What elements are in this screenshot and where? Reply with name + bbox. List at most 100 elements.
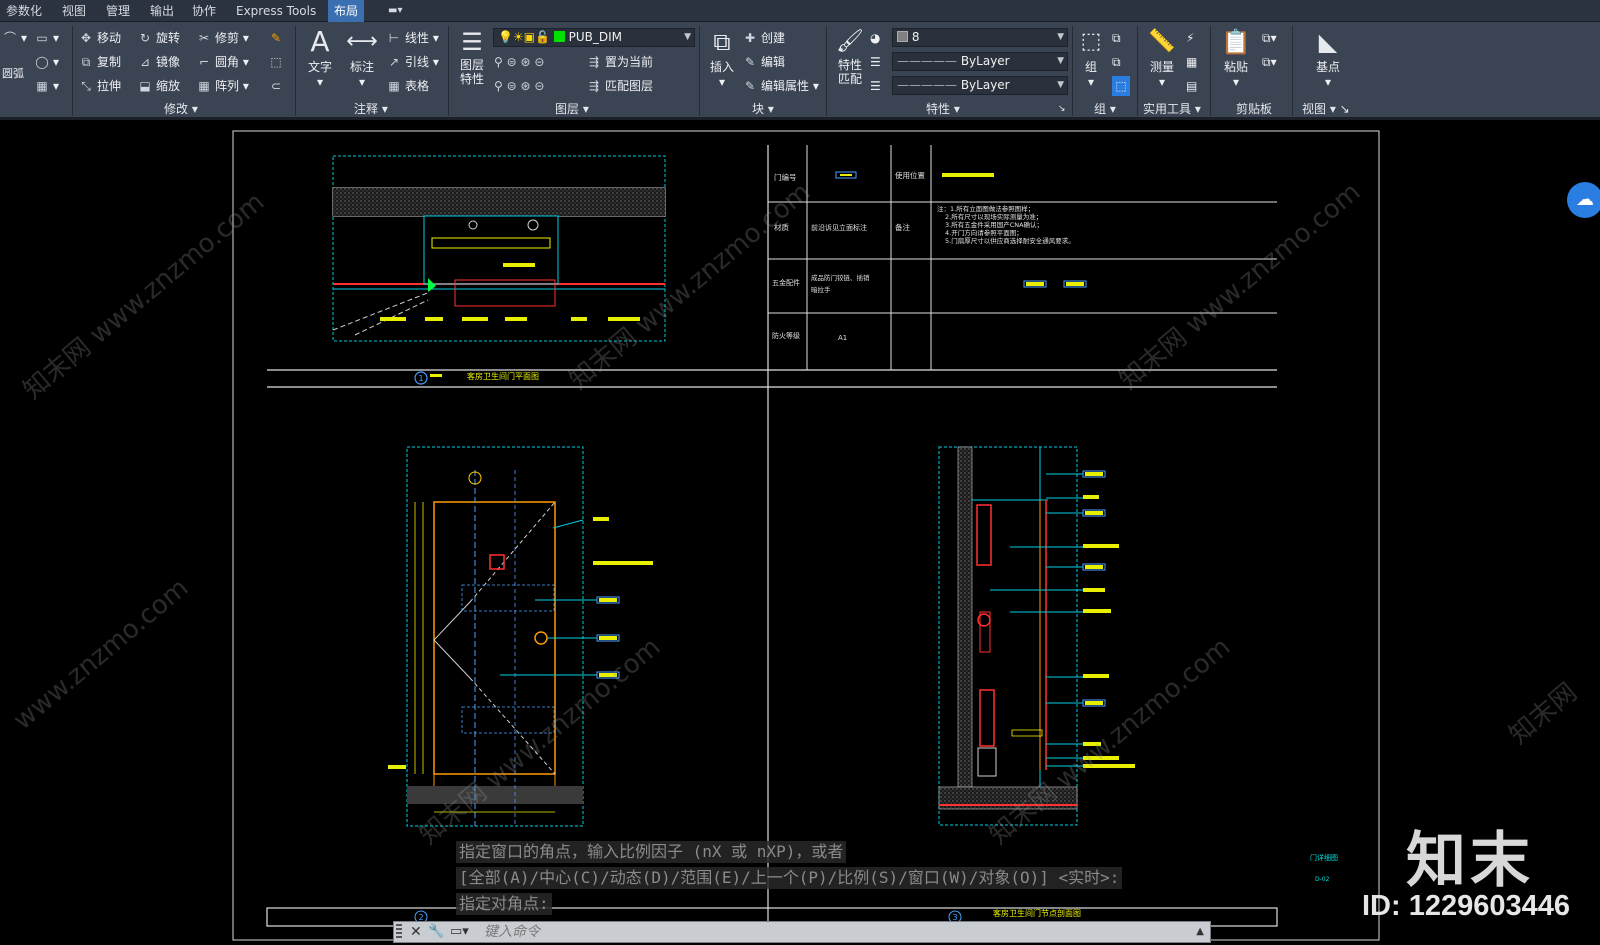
table-note-3: 4.开门方向请参照平面图； [945,228,1023,237]
text-button[interactable]: A 文字 ▾ [302,26,338,90]
edit-block-icon: ✎ [744,55,756,69]
recent-commands-icon[interactable]: ▭▾ [450,922,469,942]
leader-icon: ↗ [388,55,400,69]
group-button[interactable]: ⬚ 组 ▾ [1076,26,1106,89]
create-block-button[interactable]: ✚ 创建 [742,28,785,48]
trim-button[interactable]: ✂ 修剪 ▾ [196,28,249,48]
explode-icon[interactable]: ⬚ [268,52,287,72]
move-button[interactable]: ✥ 移动 [78,28,121,48]
calculator-icon[interactable]: ▤ [1186,76,1197,96]
table-hardware-value-0: 成品防门铰链、插销 [811,273,870,282]
table-note-4: 5.门扇厚尺寸以供应商选择耐安全通风要求。 [945,236,1075,245]
arc-icon[interactable]: ⌒ ▾ [2,28,27,48]
erase-icon[interactable]: ✎ [268,28,287,48]
measure-button[interactable]: 📏 测量 ▾ [1144,26,1180,89]
ungroup-icon[interactable]: ⧉ [1112,28,1121,48]
array-icon: ▦ [198,79,210,93]
array-button[interactable]: ▦ 阵列 ▾ [196,76,249,96]
modify-panel-title[interactable]: 修改 ▾ [164,100,198,118]
brand-logo: 知末 [1406,826,1534,896]
color-wheel-icon[interactable]: ◕ [870,28,880,48]
cloud-sync-icon[interactable]: ☁ [1567,182,1600,218]
section-title: 客房卫生间门节点剖面图 [993,908,1081,918]
ellipse-icon[interactable]: ◯ ▾ [34,52,59,72]
table-note-2: 3.所有五金件采用国产CNA确认； [945,220,1043,229]
grip-handle-icon[interactable] [396,924,402,940]
ribbon-toggle-icon[interactable]: ▬▾ [388,0,402,22]
tab-view[interactable]: 视图 [62,0,86,22]
group-icon: ⬚ [1080,29,1102,54]
utilities-panel-title[interactable]: 实用工具 ▾ [1143,100,1201,118]
frame-sub: D-02 [1315,876,1330,883]
rectangle-icon[interactable]: ▭ ▾ [34,28,59,48]
properties-panel-title[interactable]: 特性 ▾ [926,100,960,118]
command-line[interactable]: ✕ 🔧 ▭▾ 键入命令 ▲ [393,921,1211,943]
close-icon[interactable]: ✕ [410,922,422,942]
groups-panel-title[interactable]: 组 ▾ [1094,100,1116,118]
table-button[interactable]: ▦ 表格 [386,76,429,96]
linear-button[interactable]: ⊢ 线性 ▾ [386,28,439,48]
scale-icon: ⬓ [139,79,151,93]
copy-icon: ⧉ [81,55,91,69]
layers-panel-title[interactable]: 图层 ▾ [555,100,589,118]
mirror-button[interactable]: ⊿ 镜像 [137,52,180,72]
cut-icon[interactable]: ⧉▾ [1262,28,1277,48]
command-input[interactable]: 键入命令 [484,922,540,942]
base-view-button[interactable]: ◣ 基点 ▾ [1308,26,1348,89]
match-layer-icon: ⇶ [588,79,600,93]
tab-manage[interactable]: 管理 [106,0,130,22]
drawing-canvas[interactable]: 1 客房卫生间门平面图 门编号 使用位置 材质 前沿诉见立面标注 备注 注：1.… [0,123,1600,945]
set-current-button[interactable]: ⇶ 置为当前 [586,52,653,72]
annotation-panel-title[interactable]: 注释 ▾ [354,100,388,118]
block-panel-title[interactable]: 块 ▾ [752,100,774,118]
copy-button[interactable]: ⧉ 复制 [78,52,121,72]
tab-layout[interactable]: 布局 [328,0,365,22]
properties-launcher-icon[interactable]: ↘ [1058,100,1066,118]
copy-clip-icon[interactable]: ⧉▾ [1262,52,1277,72]
stretch-button[interactable]: ⤡ 拉伸 [78,76,121,96]
trim-icon: ✂ [198,31,210,45]
dimension-button[interactable]: ⟷ 标注 ▾ [342,26,382,89]
view-panel-title[interactable]: 视图 ▾ ↘ [1302,100,1350,118]
linetype-icon[interactable]: ☰ [870,52,881,72]
edit-attribute-button[interactable]: ✎ 编辑属性 ▾ [742,76,819,96]
insert-button[interactable]: ⧉ 插入 ▾ [704,26,740,89]
sheet-border [232,130,1380,941]
match-layer-button[interactable]: ⇶ 匹配图层 [586,76,653,96]
layer-tools-row1[interactable]: ⚲ ⊜ ⊛ ⊝ [494,52,544,72]
lineweight-icon[interactable]: ☰ [870,76,881,96]
cad-drawing[interactable]: 1 客房卫生间门平面图 门编号 使用位置 材质 前沿诉见立面标注 备注 注：1.… [0,123,1600,945]
layer-tools-row2[interactable]: ⚲ ⊜ ⊛ ⊝ [494,76,544,96]
mirror-icon: ⊿ [139,55,151,69]
leader-button[interactable]: ↗ 引线 ▾ [386,52,439,72]
quick-select-icon[interactable]: ⚡ [1186,28,1194,48]
tab-output[interactable]: 输出 [150,0,174,22]
calculator-grid-icon[interactable]: ▦ [1186,52,1197,72]
color-dropdown[interactable]: 8 ▼ [892,28,1068,47]
tab-express-tools[interactable]: Express Tools [236,0,316,22]
paste-icon: 📋 [1221,28,1251,56]
create-block-icon: ✚ [744,31,756,45]
clipboard-panel-title[interactable]: 剪贴板 [1236,100,1272,118]
hatch-icon[interactable]: ▦ ▾ [34,76,59,96]
table-remark-label: 备注 [895,222,910,232]
group-edit-icon[interactable]: ⧉ [1112,52,1121,72]
match-properties-button[interactable]: 🖌 特性 匹配 [832,26,868,86]
layer-dropdown[interactable]: 💡☀▣🔓 PUB_DIM ▼ [493,28,695,47]
wrench-icon[interactable]: 🔧 [428,922,444,942]
dimension-icon: ⟷ [346,29,378,54]
layer-properties-button[interactable]: ☰ 图层 特性 [454,26,490,86]
paste-button[interactable]: 📋 粘贴 ▾ [1218,26,1254,89]
edit-block-button[interactable]: ✎ 编辑 [742,52,785,72]
group-select-icon[interactable]: ⬚ [1112,76,1130,96]
command-history-line-2: [全部(A)/中心(C)/动态(D)/范围(E)/上一个(P)/比例(S)/窗口… [456,867,1123,889]
tab-collaborate[interactable]: 协作 [192,0,216,22]
chevron-up-icon[interactable]: ▲ [1196,922,1204,942]
tab-parametric[interactable]: 参数化 [6,0,42,22]
lineweight-dropdown[interactable]: ————— ByLayer ▼ [892,76,1068,95]
linetype-dropdown[interactable]: ————— ByLayer ▼ [892,52,1068,71]
fillet-button[interactable]: ⌐ 圆角 ▾ [196,52,249,72]
offset-icon[interactable]: ⊂ [268,76,287,96]
rotate-button[interactable]: ↻ 旋转 [137,28,180,48]
scale-button[interactable]: ⬓ 缩放 [137,76,180,96]
